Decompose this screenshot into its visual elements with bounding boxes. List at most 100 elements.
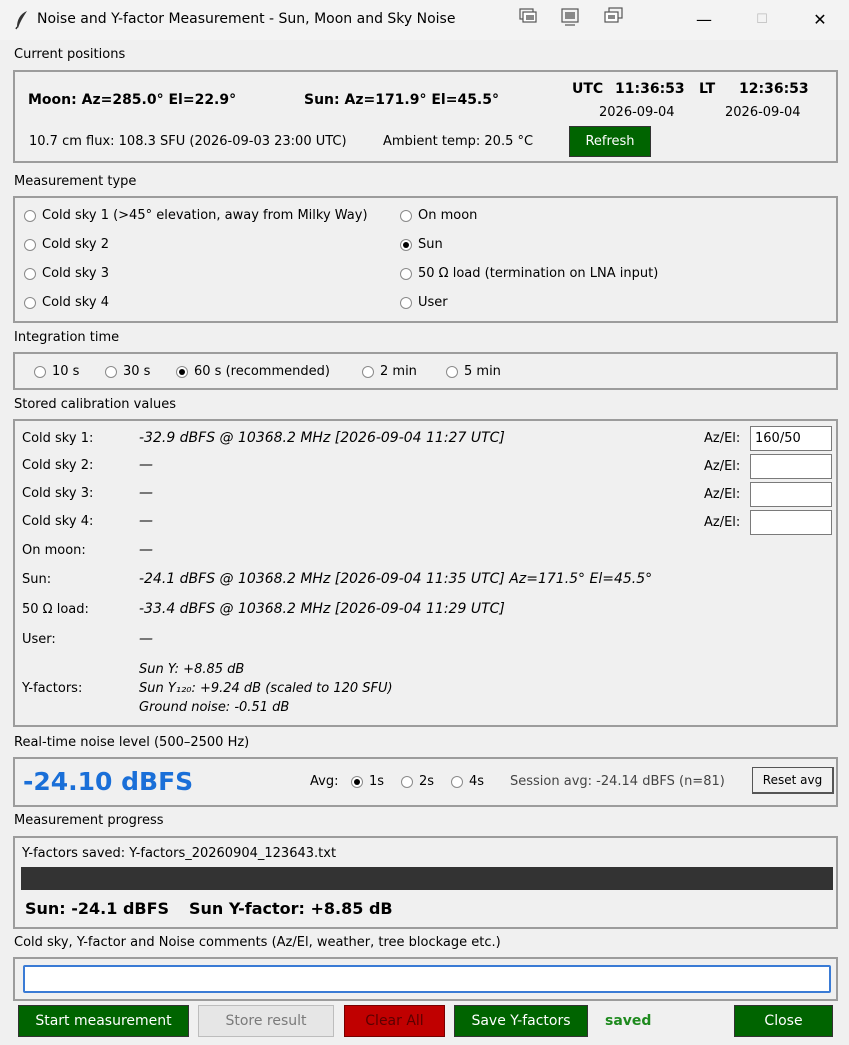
refresh-button[interactable]: Refresh [569,126,651,157]
radio-label: 30 s [123,364,151,379]
azel-input[interactable] [750,510,832,535]
radio-indicator [446,365,458,378]
azel-input[interactable] [750,426,832,451]
measurement-type-option[interactable]: Cold sky 1 (>45° elevation, away from Mi… [24,208,368,223]
radio-label: Cold sky 3 [42,266,109,281]
integration-time-option[interactable]: 30 s [105,364,150,379]
close-window-button[interactable]: ✕ [797,0,843,40]
stored-row-value: -24.1 dBFS @ 10368.2 MHz [2026-09-04 11:… [139,571,653,587]
radio-label: Sun [418,237,443,252]
radio-label: 2 min [380,364,417,379]
minimize-button[interactable]: — [681,0,727,40]
avg-option[interactable]: 4s [451,774,484,789]
sun-position: Sun: Az=171.9° El=45.5° [304,92,499,108]
radio-label: Cold sky 1 (>45° elevation, away from Mi… [42,208,368,223]
stored-row-label: On moon: [22,543,86,558]
azel-input[interactable] [750,454,832,479]
radio-label: 50 Ω load (termination on LNA input) [418,266,659,281]
integration-time-option[interactable]: 5 min [446,364,501,379]
measurement-type-option[interactable]: 50 Ω load (termination on LNA input) [400,266,658,281]
title-bar[interactable]: Noise and Y-factor Measurement - Sun, Mo… [0,0,849,40]
avg-option[interactable]: 1s [351,774,384,789]
azel-label: Az/El: [704,431,741,446]
yfactor-sun: Sun Y: +8.85 dB [139,662,245,677]
stored-row-value: — [139,457,153,473]
utc-time: 11:36:53 [615,81,685,97]
lt-date: 2026-09-04 [725,105,801,120]
radio-label: Cold sky 2 [42,237,109,252]
yfactors-label: Y-factors: [22,681,83,696]
stored-values-panel: Y-factors: Sun Y: +8.85 dB Sun Y₁₂₀: +9.… [13,419,838,727]
radio-indicator [400,296,412,309]
progress-panel: Y-factors saved: Y-factors_20260904_1236… [13,836,838,929]
stored-row-label: Cold sky 2: [22,458,94,473]
radio-indicator [24,267,36,280]
radio-indicator [400,238,412,251]
radio-indicator [400,267,412,280]
radio-indicator [451,775,463,788]
feather-icon [15,11,27,30]
clear-all-button[interactable]: Clear All [344,1005,445,1037]
radio-indicator [362,365,374,378]
avg-label: Avg: [310,774,339,789]
progress-label: Measurement progress [14,813,164,828]
progress-status: Y-factors saved: Y-factors_20260904_1236… [22,846,337,861]
close-button[interactable]: Close [734,1005,833,1037]
store-result-button[interactable]: Store result [198,1005,334,1037]
radio-label: 4s [469,774,485,789]
stored-row-label: 50 Ω load: [22,602,89,617]
realtime-label: Real-time noise level (500–2500 Hz) [14,735,250,750]
integration-time-option[interactable]: 2 min [362,364,417,379]
stored-row-value: — [139,513,153,529]
stored-row-label: Cold sky 4: [22,514,94,529]
maximize-button[interactable]: ☐ [739,0,785,40]
measurement-type-option[interactable]: Sun [400,237,443,252]
start-measurement-button[interactable]: Start measurement [18,1005,189,1037]
progress-bar [21,867,833,890]
radio-label: User [418,295,448,310]
reset-avg-button[interactable]: Reset avg [752,767,834,794]
moon-position: Moon: Az=285.0° El=22.9° [28,92,237,108]
solar-flux: 10.7 cm flux: 108.3 SFU (2026-09-03 23:0… [29,134,347,149]
measurement-type-option[interactable]: Cold sky 3 [24,266,109,281]
measurement-type-option[interactable]: Cold sky 4 [24,295,109,310]
save-yfactors-button[interactable]: Save Y-factors [454,1005,588,1037]
measurement-type-option[interactable]: On moon [400,208,477,223]
stored-row-value: — [139,631,153,647]
radio-indicator [351,775,363,788]
radio-indicator [24,296,36,309]
yfactor-sun-scaled: Sun Y₁₂₀: +9.24 dB (scaled to 120 SFU) [139,681,393,696]
radio-label: Cold sky 4 [42,295,109,310]
ground-noise: Ground noise: -0.51 dB [139,700,290,715]
stored-row-value: -33.4 dBFS @ 10368.2 MHz [2026-09-04 11:… [139,601,505,617]
azel-input[interactable] [750,482,832,507]
radio-indicator [176,365,188,378]
cascade-windows-icon[interactable] [602,7,624,27]
close-icon: ✕ [813,10,827,29]
window-title: Noise and Y-factor Measurement - Sun, Mo… [37,11,456,27]
radio-indicator [34,365,46,378]
stored-values-label: Stored calibration values [14,397,176,412]
utc-date: 2026-09-04 [599,105,675,120]
current-positions-label: Current positions [14,47,126,62]
azel-label: Az/El: [704,515,741,530]
radio-label: 1s [369,774,385,789]
measurement-type-panel: Cold sky 1 (>45° elevation, away from Mi… [13,196,838,323]
integration-time-option[interactable]: 60 s (recommended) [176,364,330,379]
integration-time-label: Integration time [14,330,120,345]
sun-result: Sun: -24.1 dBFS [25,899,170,918]
stored-row-label: Cold sky 1: [22,431,94,446]
measurement-type-option[interactable]: User [400,295,448,310]
avg-option[interactable]: 2s [401,774,434,789]
radio-indicator [401,775,413,788]
yfactor-result: Sun Y-factor: +8.85 dB [189,899,393,918]
integration-time-option[interactable]: 10 s [34,364,79,379]
progress-fill [21,867,833,890]
stack-windows-icon[interactable] [518,7,540,27]
measurement-type-option[interactable]: Cold sky 2 [24,237,109,252]
stored-row-value: — [139,485,153,501]
comments-input[interactable] [23,965,831,993]
single-window-icon[interactable] [559,7,581,27]
current-positions-panel: Moon: Az=285.0° El=22.9° Sun: Az=171.9° … [13,70,838,163]
measurement-type-label: Measurement type [14,174,137,189]
